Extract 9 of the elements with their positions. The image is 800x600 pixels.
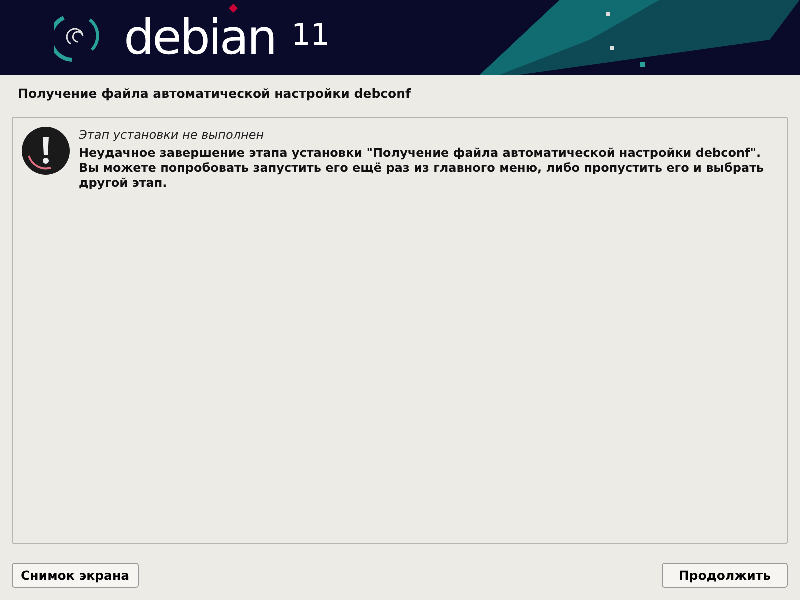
- page-title: Получение файла автоматической настройки debconf: [17, 85, 412, 103]
- diamond-icon: [229, 4, 238, 12]
- message-heading: Этап установки не выполнен: [79, 128, 266, 142]
- message-text: Неудачное завершение этапа установки "Получение файла автоматической настройки debconf". Вы можете попробовать запустить его ещё раз из главного меню, либо пропустить его и выбрать другой этап.: [79, 146, 766, 191]
- brand-name: debian: [124, 10, 276, 66]
- warning-icon: [21, 126, 71, 176]
- screenshot-button[interactable]: Снимок экрана: [12, 563, 139, 588]
- continue-button[interactable]: Продолжить: [662, 563, 788, 588]
- version-number: 11: [292, 18, 330, 53]
